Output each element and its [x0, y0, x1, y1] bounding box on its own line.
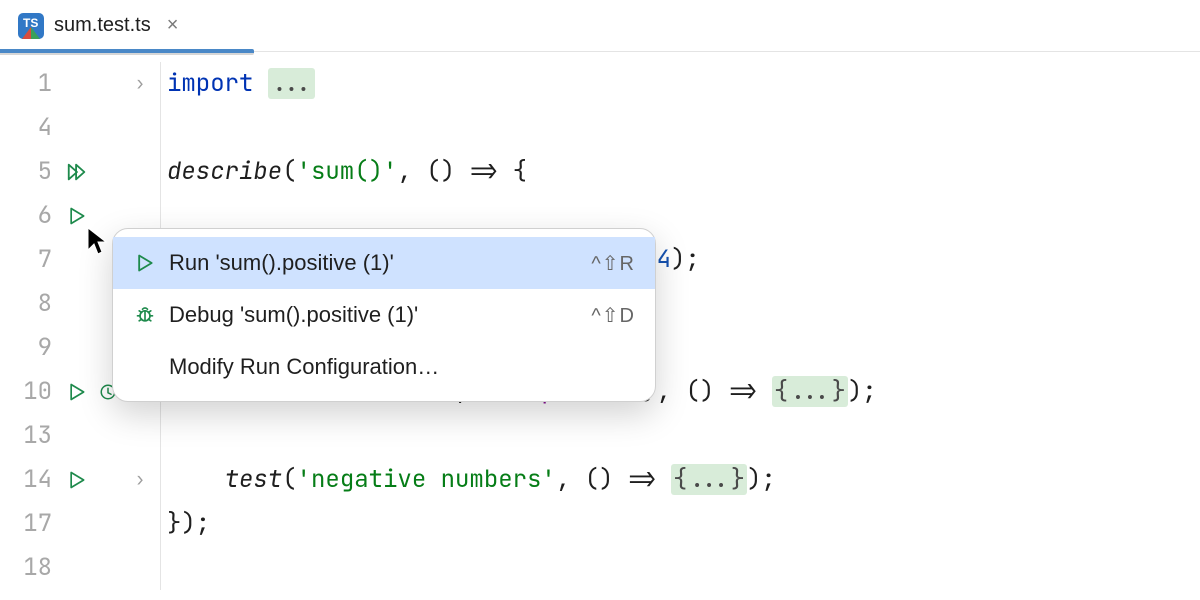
menu-item-modify-config[interactable]: Modify Run Configuration…	[113, 341, 655, 393]
bug-icon	[133, 305, 157, 325]
folded-region[interactable]: {...}	[772, 376, 848, 407]
line-number: 1	[0, 62, 52, 106]
menu-item-label: Debug 'sum().positive (1)'	[169, 302, 579, 328]
run-skipped-test-icon[interactable]	[67, 370, 87, 414]
menu-item-shortcut: ^⇧D	[591, 303, 635, 328]
line-number: 9	[0, 326, 52, 370]
code-line	[167, 414, 877, 458]
menu-item-label: Run 'sum().positive (1)'	[169, 250, 579, 276]
code-line: });	[167, 502, 877, 546]
run-test-icon[interactable]	[67, 458, 87, 502]
file-tab[interactable]: TS sum.test.ts ×	[0, 0, 196, 51]
code-line: test('negative numbers', () => {...});	[167, 458, 877, 502]
play-icon	[133, 253, 157, 273]
line-number: 13	[0, 414, 52, 458]
menu-item-label: Modify Run Configuration…	[169, 354, 635, 380]
line-number: 4	[0, 106, 52, 150]
fold-toggle-icon[interactable]: ›	[135, 458, 146, 502]
line-number: 6	[0, 194, 52, 238]
code-line	[167, 546, 877, 590]
line-number: 10	[0, 370, 52, 414]
folded-region[interactable]: ...	[268, 68, 315, 99]
run-all-tests-icon[interactable]	[66, 150, 88, 194]
menu-item-shortcut: ^⇧R	[591, 251, 635, 276]
typescript-test-file-icon: TS	[18, 13, 44, 39]
menu-item-debug-test[interactable]: Debug 'sum().positive (1)' ^⇧D	[113, 289, 655, 341]
fold-toggle-icon[interactable]: ›	[135, 62, 146, 106]
folded-region[interactable]: {...}	[671, 464, 747, 495]
menu-item-run-test[interactable]: Run 'sum().positive (1)' ^⇧R	[113, 237, 655, 289]
run-marker-gutter	[58, 62, 96, 590]
line-number-gutter: 1 4 5 6 7 8 9 10 13 14 17 18	[0, 62, 58, 590]
mouse-cursor-icon	[86, 226, 110, 256]
line-number: 5	[0, 150, 52, 194]
run-context-menu: Run 'sum().positive (1)' ^⇧R Debug 'sum(…	[112, 228, 656, 402]
line-number: 7	[0, 238, 52, 282]
editor-tabbar: TS sum.test.ts ×	[0, 0, 1200, 52]
line-number: 8	[0, 282, 52, 326]
line-number: 17	[0, 502, 52, 546]
close-tab-icon[interactable]: ×	[167, 14, 179, 37]
tab-filename: sum.test.ts	[54, 14, 151, 37]
line-number: 18	[0, 546, 52, 590]
run-test-icon[interactable]	[67, 194, 87, 238]
code-line: describe('sum()', () => {	[167, 150, 877, 194]
line-number: 14	[0, 458, 52, 502]
code-line: import ...	[167, 62, 877, 106]
code-line	[167, 106, 877, 150]
